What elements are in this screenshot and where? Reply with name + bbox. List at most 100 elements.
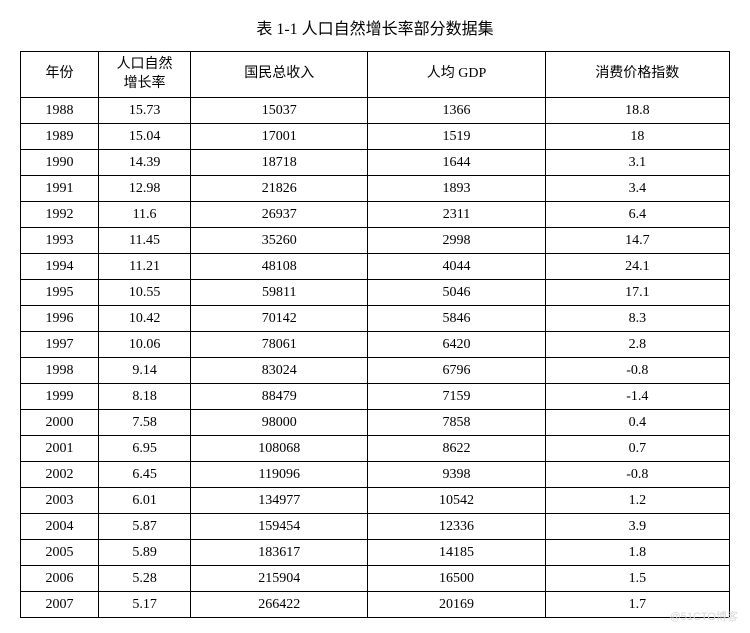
cell-income: 70142	[191, 306, 368, 332]
table-row: 20026.451190969398-0.8	[21, 462, 730, 488]
cell-gdp: 7858	[368, 410, 545, 436]
cell-gdp: 6420	[368, 332, 545, 358]
cell-cpi: -0.8	[545, 462, 729, 488]
cell-growth: 6.95	[98, 436, 190, 462]
cell-income: 18718	[191, 150, 368, 176]
cell-income: 119096	[191, 462, 368, 488]
cell-cpi: 8.3	[545, 306, 729, 332]
cell-income: 21826	[191, 176, 368, 202]
header-year: 年份	[21, 52, 99, 98]
cell-gdp: 20169	[368, 592, 545, 618]
cell-cpi: 1.8	[545, 540, 729, 566]
cell-year: 1989	[21, 124, 99, 150]
cell-income: 78061	[191, 332, 368, 358]
header-income: 国民总收入	[191, 52, 368, 98]
cell-income: 215904	[191, 566, 368, 592]
cell-year: 2004	[21, 514, 99, 540]
cell-cpi: 3.4	[545, 176, 729, 202]
cell-cpi: 17.1	[545, 280, 729, 306]
table-row: 198915.0417001151918	[21, 124, 730, 150]
cell-growth: 6.45	[98, 462, 190, 488]
cell-growth: 15.04	[98, 124, 190, 150]
cell-year: 1993	[21, 228, 99, 254]
table-row: 20055.89183617141851.8	[21, 540, 730, 566]
cell-gdp: 16500	[368, 566, 545, 592]
cell-year: 1998	[21, 358, 99, 384]
cell-cpi: 3.1	[545, 150, 729, 176]
cell-cpi: 24.1	[545, 254, 729, 280]
cell-growth: 8.18	[98, 384, 190, 410]
table-row: 20075.17266422201691.7	[21, 592, 730, 618]
cell-year: 1992	[21, 202, 99, 228]
cell-year: 2001	[21, 436, 99, 462]
cell-year: 1995	[21, 280, 99, 306]
table-row: 199610.427014258468.3	[21, 306, 730, 332]
cell-gdp: 1366	[368, 98, 545, 124]
cell-gdp: 1893	[368, 176, 545, 202]
table-row: 20045.87159454123363.9	[21, 514, 730, 540]
cell-growth: 5.87	[98, 514, 190, 540]
cell-growth: 10.55	[98, 280, 190, 306]
cell-cpi: 18.8	[545, 98, 729, 124]
cell-growth: 11.21	[98, 254, 190, 280]
table-row: 20065.28215904165001.5	[21, 566, 730, 592]
cell-income: 59811	[191, 280, 368, 306]
cell-gdp: 7159	[368, 384, 545, 410]
cell-income: 48108	[191, 254, 368, 280]
cell-cpi: 6.4	[545, 202, 729, 228]
cell-gdp: 9398	[368, 462, 545, 488]
cell-growth: 12.98	[98, 176, 190, 202]
cell-growth: 11.6	[98, 202, 190, 228]
cell-cpi: 1.2	[545, 488, 729, 514]
cell-income: 83024	[191, 358, 368, 384]
cell-gdp: 5846	[368, 306, 545, 332]
cell-growth: 5.28	[98, 566, 190, 592]
cell-growth: 5.17	[98, 592, 190, 618]
cell-year: 2003	[21, 488, 99, 514]
cell-year: 2000	[21, 410, 99, 436]
table-row: 198815.7315037136618.8	[21, 98, 730, 124]
cell-year: 1988	[21, 98, 99, 124]
cell-gdp: 2311	[368, 202, 545, 228]
table-row: 199710.067806164202.8	[21, 332, 730, 358]
cell-gdp: 6796	[368, 358, 545, 384]
cell-income: 15037	[191, 98, 368, 124]
watermark: @51CTO博客	[670, 608, 738, 624]
cell-income: 159454	[191, 514, 368, 540]
cell-gdp: 14185	[368, 540, 545, 566]
cell-year: 2002	[21, 462, 99, 488]
cell-cpi: 3.9	[545, 514, 729, 540]
cell-cpi: 0.4	[545, 410, 729, 436]
cell-year: 2007	[21, 592, 99, 618]
cell-year: 2006	[21, 566, 99, 592]
cell-gdp: 1644	[368, 150, 545, 176]
cell-cpi: 2.8	[545, 332, 729, 358]
cell-growth: 10.42	[98, 306, 190, 332]
cell-income: 266422	[191, 592, 368, 618]
cell-cpi: 0.7	[545, 436, 729, 462]
header-row: 年份 人口自然增长率 国民总收入 人均 GDP 消费价格指数	[21, 52, 730, 98]
cell-year: 1991	[21, 176, 99, 202]
cell-income: 108068	[191, 436, 368, 462]
cell-year: 1996	[21, 306, 99, 332]
cell-growth: 6.01	[98, 488, 190, 514]
cell-cpi: -1.4	[545, 384, 729, 410]
cell-gdp: 1519	[368, 124, 545, 150]
cell-income: 88479	[191, 384, 368, 410]
cell-growth: 7.58	[98, 410, 190, 436]
cell-gdp: 4044	[368, 254, 545, 280]
table-title: 表 1-1 人口自然增长率部分数据集	[20, 15, 730, 39]
cell-cpi: 14.7	[545, 228, 729, 254]
table-row: 199311.4535260299814.7	[21, 228, 730, 254]
cell-gdp: 2998	[368, 228, 545, 254]
table-row: 19989.14830246796-0.8	[21, 358, 730, 384]
cell-income: 134977	[191, 488, 368, 514]
cell-growth: 5.89	[98, 540, 190, 566]
cell-year: 1999	[21, 384, 99, 410]
cell-year: 1994	[21, 254, 99, 280]
cell-gdp: 5046	[368, 280, 545, 306]
cell-year: 1990	[21, 150, 99, 176]
cell-growth: 10.06	[98, 332, 190, 358]
header-cpi: 消费价格指数	[545, 52, 729, 98]
table-row: 20016.9510806886220.7	[21, 436, 730, 462]
